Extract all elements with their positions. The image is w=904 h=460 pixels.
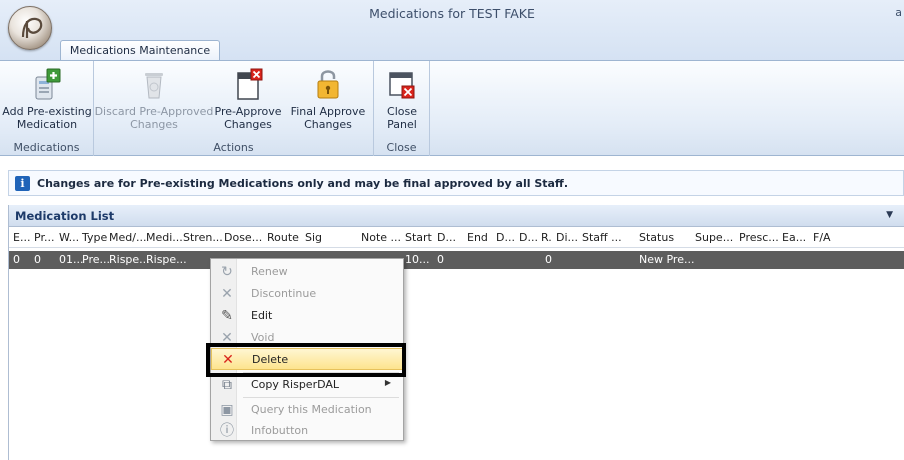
medication-list-title: Medication List [15,209,115,223]
document-x-icon [237,68,263,100]
pencil-icon: ✎ [221,308,233,324]
ribbon-group-close: Close Panel Close [374,61,430,156]
title-bar: Medications for TEST FAKE a Medications … [0,0,904,61]
medication-list-panel: Medication List ▼ E... Pr... W... Type M… [8,205,904,460]
column-header[interactable]: Ea... [782,231,806,244]
add-pre-existing-medication-button[interactable]: Add Pre-existing Medication [0,65,94,131]
table-cell: 10... [405,253,430,266]
column-header[interactable]: F/A [813,231,831,244]
column-header[interactable]: Sig [305,231,322,244]
table-cell: 0 [437,253,444,266]
ribbon-group-label-actions: Actions [213,141,254,154]
final-approve-label-2: Changes [304,118,352,131]
info-message: Changes are for Pre-existing Medications… [37,177,569,190]
column-header[interactable]: E... [13,231,30,244]
window-title: Medications for TEST FAKE [369,6,535,21]
close-panel-icon [389,72,415,99]
trash-icon [145,73,163,99]
table-cell: 0 [34,253,41,266]
infobutton-icon: ⓘ [220,423,234,439]
add-pre-existing-label-1: Add Pre-existing [2,105,92,118]
menu-item-label: Query this Medication [251,403,372,416]
pre-approve-label-2: Changes [224,118,272,131]
delete-highlight-box [206,343,406,377]
column-header[interactable]: Di... [556,231,578,244]
final-approve-label-1: Final Approve [290,105,366,118]
discard-label-2: Changes [130,118,178,131]
column-header[interactable]: Presc... [739,231,779,244]
table-cell: Rispe... [109,253,150,266]
padlock-icon [317,70,339,99]
column-header[interactable]: End [467,231,488,244]
discard-pre-approved-changes-button[interactable]: Discard Pre-Approved Changes [94,65,214,131]
pre-approve-changes-button[interactable]: Pre-Approve Changes [208,65,288,131]
menu-item-label: Infobutton [251,424,309,437]
final-approve-changes-button[interactable]: Final Approve Changes [288,65,368,131]
table-cell: Rispe... [146,253,187,266]
ribbon: Add Pre-existing Medication Medications … [0,60,904,156]
column-header[interactable]: Status [639,231,674,244]
column-header-row: E... Pr... W... Type Med/... Medi... Str… [9,228,904,248]
menu-item-edit[interactable]: ✎ Edit [211,305,403,327]
column-header[interactable]: Route [267,231,299,244]
add-pre-existing-label-2: Medication [16,118,78,131]
table-row[interactable]: 0 0 01... Pre... Rispe... Rispe... 10...… [9,251,904,269]
menu-item-label: Renew [251,265,288,278]
ribbon-group-label-close: Close [386,141,417,154]
window-control-glyph[interactable]: a [895,6,902,19]
column-header[interactable]: Medi... [146,231,183,244]
menu-item-label: Copy RisperDAL [251,378,340,391]
column-header[interactable]: Supe... [695,231,733,244]
ribbon-group-label-medications: Medications [13,141,80,154]
column-header[interactable]: Med/... [109,231,146,244]
menu-item-discontinue[interactable]: ✕ Discontinue [211,283,403,305]
submenu-arrow-icon: ▶ [384,378,391,387]
menu-separator [243,397,399,398]
menu-item-copy-risperdal[interactable]: ⧉ Copy RisperDAL ▶ [211,374,403,396]
column-header[interactable]: D... [496,231,515,244]
column-header[interactable]: Staff ... [582,231,622,244]
info-icon: i [15,176,30,191]
column-header[interactable]: Pr... [34,231,54,244]
column-header[interactable]: W... [59,231,79,244]
column-header[interactable]: D... [519,231,538,244]
query-icon: ▣ [220,402,234,418]
add-medication-icon [35,68,61,100]
menu-item-renew[interactable]: ↻ Renew [211,261,403,283]
menu-item-query-medication[interactable]: ▣ Query this Medication [211,399,403,421]
info-bar: i Changes are for Pre-existing Medicatio… [8,170,904,196]
column-header[interactable]: Note ... [361,231,401,244]
column-header[interactable]: Dose... [224,231,262,244]
column-header[interactable]: D... [437,231,456,244]
tab-medications-maintenance[interactable]: Medications Maintenance [60,40,220,61]
ribbon-group-medications: Add Pre-existing Medication Medications [0,61,94,156]
renew-icon: ↻ [221,264,233,280]
close-panel-label-2: Panel [387,118,417,131]
menu-item-label: Edit [251,309,273,322]
copy-icon: ⧉ [222,377,232,393]
medication-list-header: Medication List ▼ [9,205,904,227]
ribbon-group-actions: Discard Pre-Approved Changes Pre-Approve… [94,61,374,156]
column-header[interactable]: Stren... [183,231,223,244]
table-cell: 0 [545,253,552,266]
column-header[interactable]: Type [82,231,107,244]
table-cell: New Pre... [639,253,695,266]
close-panel-button[interactable]: Close Panel [374,65,430,131]
menu-item-label: Discontinue [251,287,317,300]
table-cell: Pre... [82,253,110,266]
close-panel-label-1: Close [387,105,417,118]
column-header[interactable]: R. [541,231,552,244]
menu-item-infobutton[interactable]: ⓘ Infobutton [211,420,403,442]
collapse-arrow-icon[interactable]: ▼ [886,210,893,220]
table-cell: 0 [13,253,20,266]
table-cell: 01... [59,253,84,266]
column-header[interactable]: Start [405,231,432,244]
discontinue-icon: ✕ [221,286,233,302]
pre-approve-label-1: Pre-Approve [214,105,282,118]
discard-label-1: Discard Pre-Approved [94,105,214,118]
